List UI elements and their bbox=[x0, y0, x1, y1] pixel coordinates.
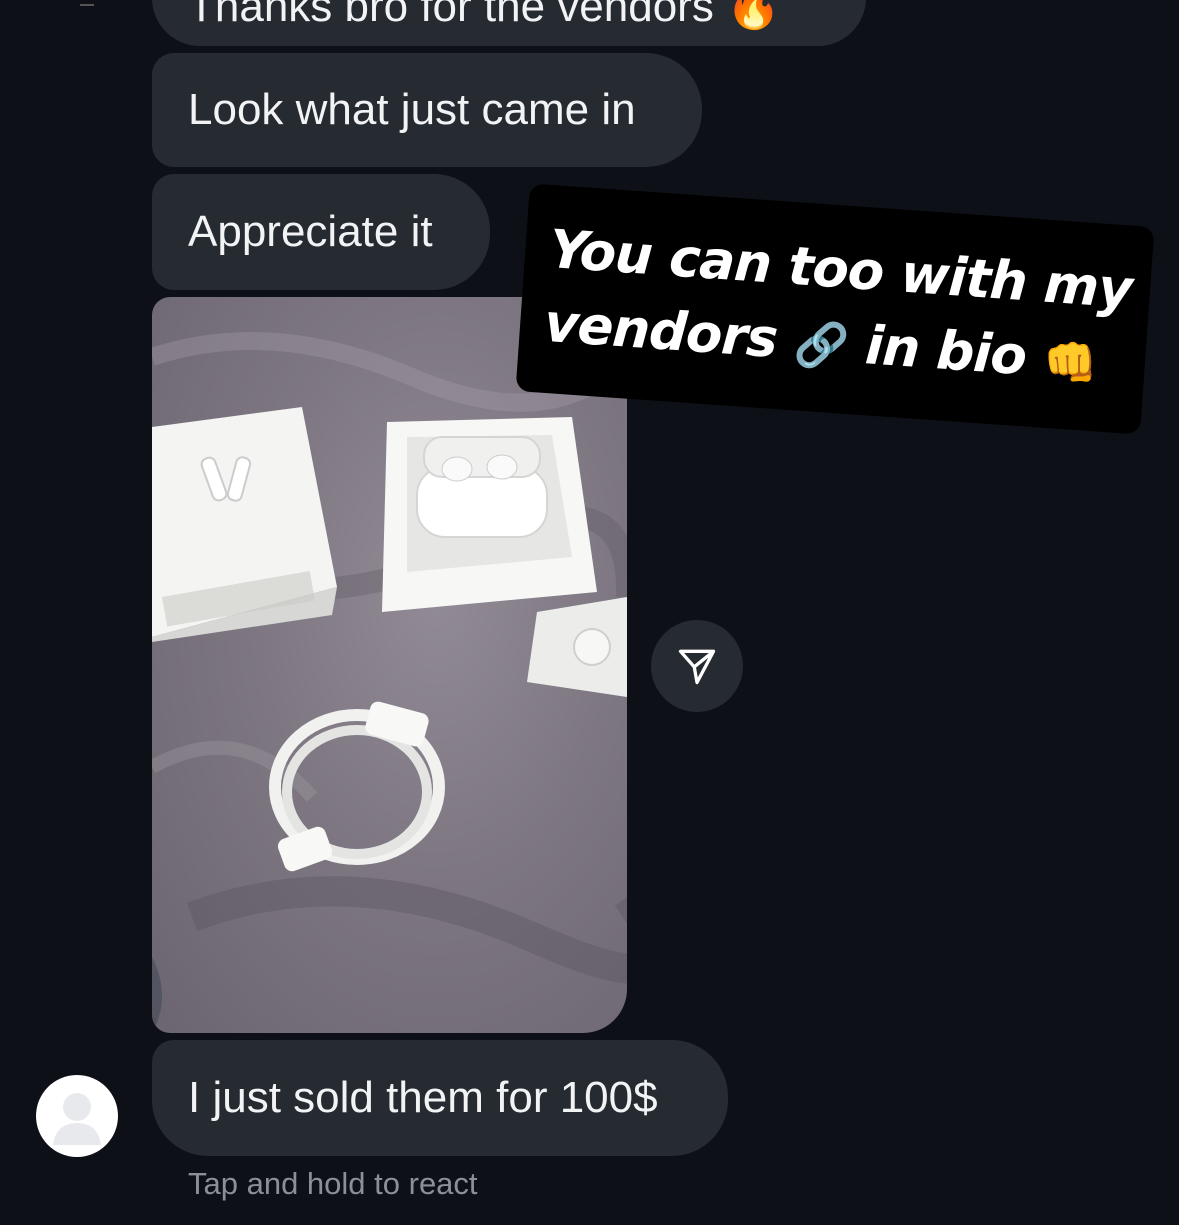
message-text: Thanks bro for the vendors 🔥 bbox=[188, 0, 781, 31]
message-bubble[interactable]: I just sold them for 100$ bbox=[152, 1040, 728, 1156]
partial-ui-mark bbox=[80, 0, 94, 6]
user-silhouette-icon bbox=[53, 1093, 101, 1145]
link-icon: 🔗 bbox=[792, 318, 850, 373]
airpods-photo-illustration bbox=[152, 332, 627, 1033]
share-button[interactable] bbox=[651, 620, 743, 712]
fist-emoji-icon: 👊 bbox=[1041, 335, 1099, 391]
message-bubble[interactable]: Appreciate it bbox=[152, 174, 490, 290]
message-text: Appreciate it bbox=[188, 207, 433, 256]
message-text: I just sold them for 100$ bbox=[188, 1073, 658, 1122]
react-hint: Tap and hold to react bbox=[188, 1166, 478, 1201]
photo-message[interactable] bbox=[152, 297, 627, 1033]
message-bubble-partial[interactable]: Thanks bro for the vendors 🔥 bbox=[152, 0, 866, 46]
avatar[interactable] bbox=[36, 1075, 118, 1157]
message-text: Look what just came in bbox=[188, 85, 636, 134]
message-bubble[interactable]: Look what just came in bbox=[152, 53, 702, 167]
overlay-word-in-bio: in bio bbox=[863, 315, 1029, 388]
send-icon bbox=[678, 649, 716, 685]
overlay-word-vendors: vendors bbox=[542, 292, 780, 370]
